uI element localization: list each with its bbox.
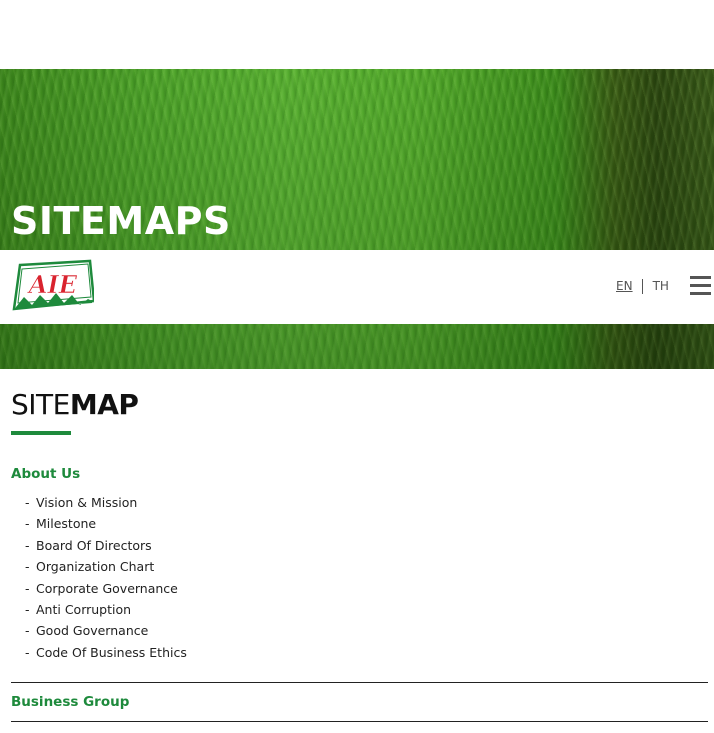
title-underline (11, 431, 71, 435)
link-milestone[interactable]: Milestone (36, 516, 96, 531)
aie-logo[interactable]: AIE (12, 259, 94, 311)
section-heading-about-us[interactable]: About Us (11, 466, 80, 482)
list-item[interactable]: - Code Of Business Ethics (25, 644, 187, 665)
hero-title: SITEMAPS (11, 199, 231, 243)
section-divider (11, 682, 708, 683)
list-item[interactable]: - Milestone (25, 515, 187, 536)
list-item[interactable]: - Board Of Directors (25, 537, 187, 558)
link-good-governance[interactable]: Good Governance (36, 623, 148, 638)
link-corporate-governance[interactable]: Corporate Governance (36, 581, 178, 596)
lang-en-link[interactable]: EN (616, 279, 633, 293)
lang-divider (641, 278, 643, 294)
link-anti-corruption[interactable]: Anti Corruption (36, 602, 131, 617)
sitemap-title-bold: MAP (69, 388, 139, 421)
about-us-link-list: - Vision & Mission - Milestone - Board Of D… (25, 494, 187, 665)
sitemap-title-light: SITE (11, 388, 70, 421)
sitemap-content: SITEMAP About Us - Vision & Mission - Mile… (11, 386, 708, 722)
list-item[interactable]: - Anti Corruption (25, 601, 187, 622)
link-code-of-business-ethics[interactable]: Code Of Business Ethics (36, 645, 187, 660)
link-vision-mission[interactable]: Vision & Mission (36, 495, 137, 510)
logo-text: AIE (27, 270, 78, 299)
section-divider (11, 721, 708, 722)
list-item[interactable]: - Organization Chart (25, 558, 187, 579)
site-navbar: AIE EN TH (0, 250, 714, 324)
link-board-of-directors[interactable]: Board Of Directors (36, 538, 152, 553)
lang-th-link[interactable]: TH (653, 279, 669, 293)
top-blank-area (0, 0, 714, 69)
list-item[interactable]: - Corporate Governance (25, 580, 187, 601)
hamburger-menu-icon[interactable] (690, 276, 711, 296)
hero-banner: SITEMAPS (0, 69, 714, 369)
section-heading-business-group[interactable]: Business Group (11, 694, 129, 710)
list-item[interactable]: - Vision & Mission (25, 494, 187, 515)
link-organization-chart[interactable]: Organization Chart (36, 559, 154, 574)
list-item[interactable]: - Good Governance (25, 622, 187, 643)
sitemap-title: SITEMAP (11, 386, 708, 424)
language-switcher: EN TH (616, 278, 669, 294)
